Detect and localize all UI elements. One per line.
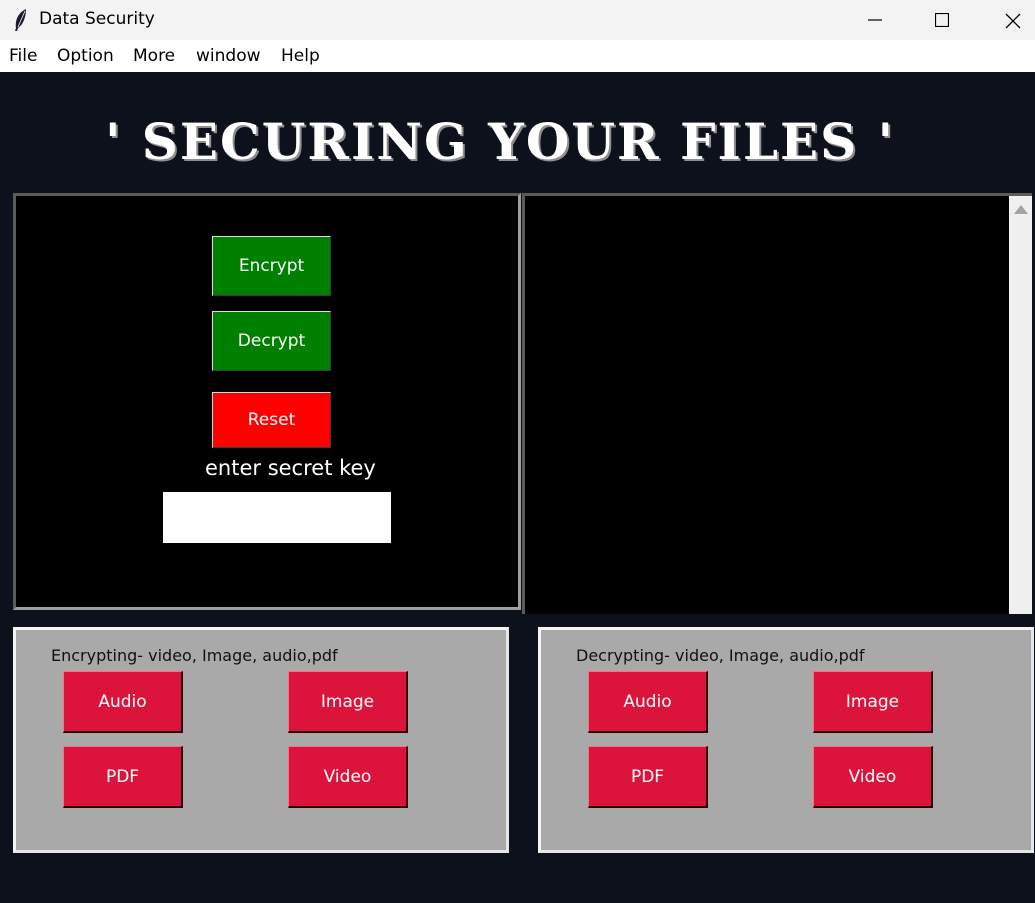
- scroll-up-arrow-icon[interactable]: [1014, 205, 1028, 214]
- vertical-scrollbar[interactable]: [1009, 196, 1032, 614]
- main-area: ' SECURING YOUR FILES ' Encrypt Decrypt …: [0, 72, 1035, 903]
- encrypt-pdf-button[interactable]: PDF: [63, 746, 183, 808]
- decrypt-button[interactable]: Decrypt: [212, 311, 331, 371]
- encrypt-group-title: Encrypting- video, Image, audio,pdf: [51, 646, 338, 665]
- page-title: ' SECURING YOUR FILES ': [105, 112, 895, 171]
- encrypt-video-button[interactable]: Video: [288, 746, 408, 808]
- maximize-icon: [935, 13, 949, 27]
- encrypt-image-button[interactable]: Image: [288, 671, 408, 733]
- close-icon: [1005, 13, 1021, 29]
- minimize-button[interactable]: [840, 0, 910, 40]
- encrypt-button[interactable]: Encrypt: [212, 236, 331, 296]
- secret-key-input[interactable]: [163, 492, 391, 543]
- decrypt-group: Decrypting- video, Image, audio,pdf Audi…: [538, 627, 1034, 853]
- output-text-area[interactable]: [522, 193, 1032, 614]
- decrypt-pdf-button[interactable]: PDF: [588, 746, 708, 808]
- control-panel: Encrypt Decrypt Reset enter secret key: [13, 193, 521, 610]
- encrypt-group: Encrypting- video, Image, audio,pdf Audi…: [13, 627, 509, 853]
- decrypt-group-title: Decrypting- video, Image, audio,pdf: [576, 646, 865, 665]
- decrypt-video-button[interactable]: Video: [813, 746, 933, 808]
- decrypt-audio-button[interactable]: Audio: [588, 671, 708, 733]
- window-title: Data Security: [39, 9, 155, 29]
- menu-bar: File Option More window Help: [0, 40, 1035, 72]
- menu-more[interactable]: More: [133, 46, 175, 66]
- title-bar: Data Security: [0, 0, 1035, 40]
- minimize-icon: [868, 19, 882, 21]
- decrypt-image-button[interactable]: Image: [813, 671, 933, 733]
- secret-key-label: enter secret key: [205, 456, 376, 480]
- reset-button[interactable]: Reset: [212, 392, 331, 448]
- maximize-button[interactable]: [907, 0, 977, 40]
- menu-help[interactable]: Help: [281, 46, 320, 66]
- encrypt-audio-button[interactable]: Audio: [63, 671, 183, 733]
- menu-file[interactable]: File: [9, 46, 37, 66]
- menu-option[interactable]: Option: [57, 46, 114, 66]
- close-button[interactable]: [977, 0, 1035, 40]
- feather-icon: [12, 8, 30, 32]
- menu-window[interactable]: window: [196, 46, 261, 66]
